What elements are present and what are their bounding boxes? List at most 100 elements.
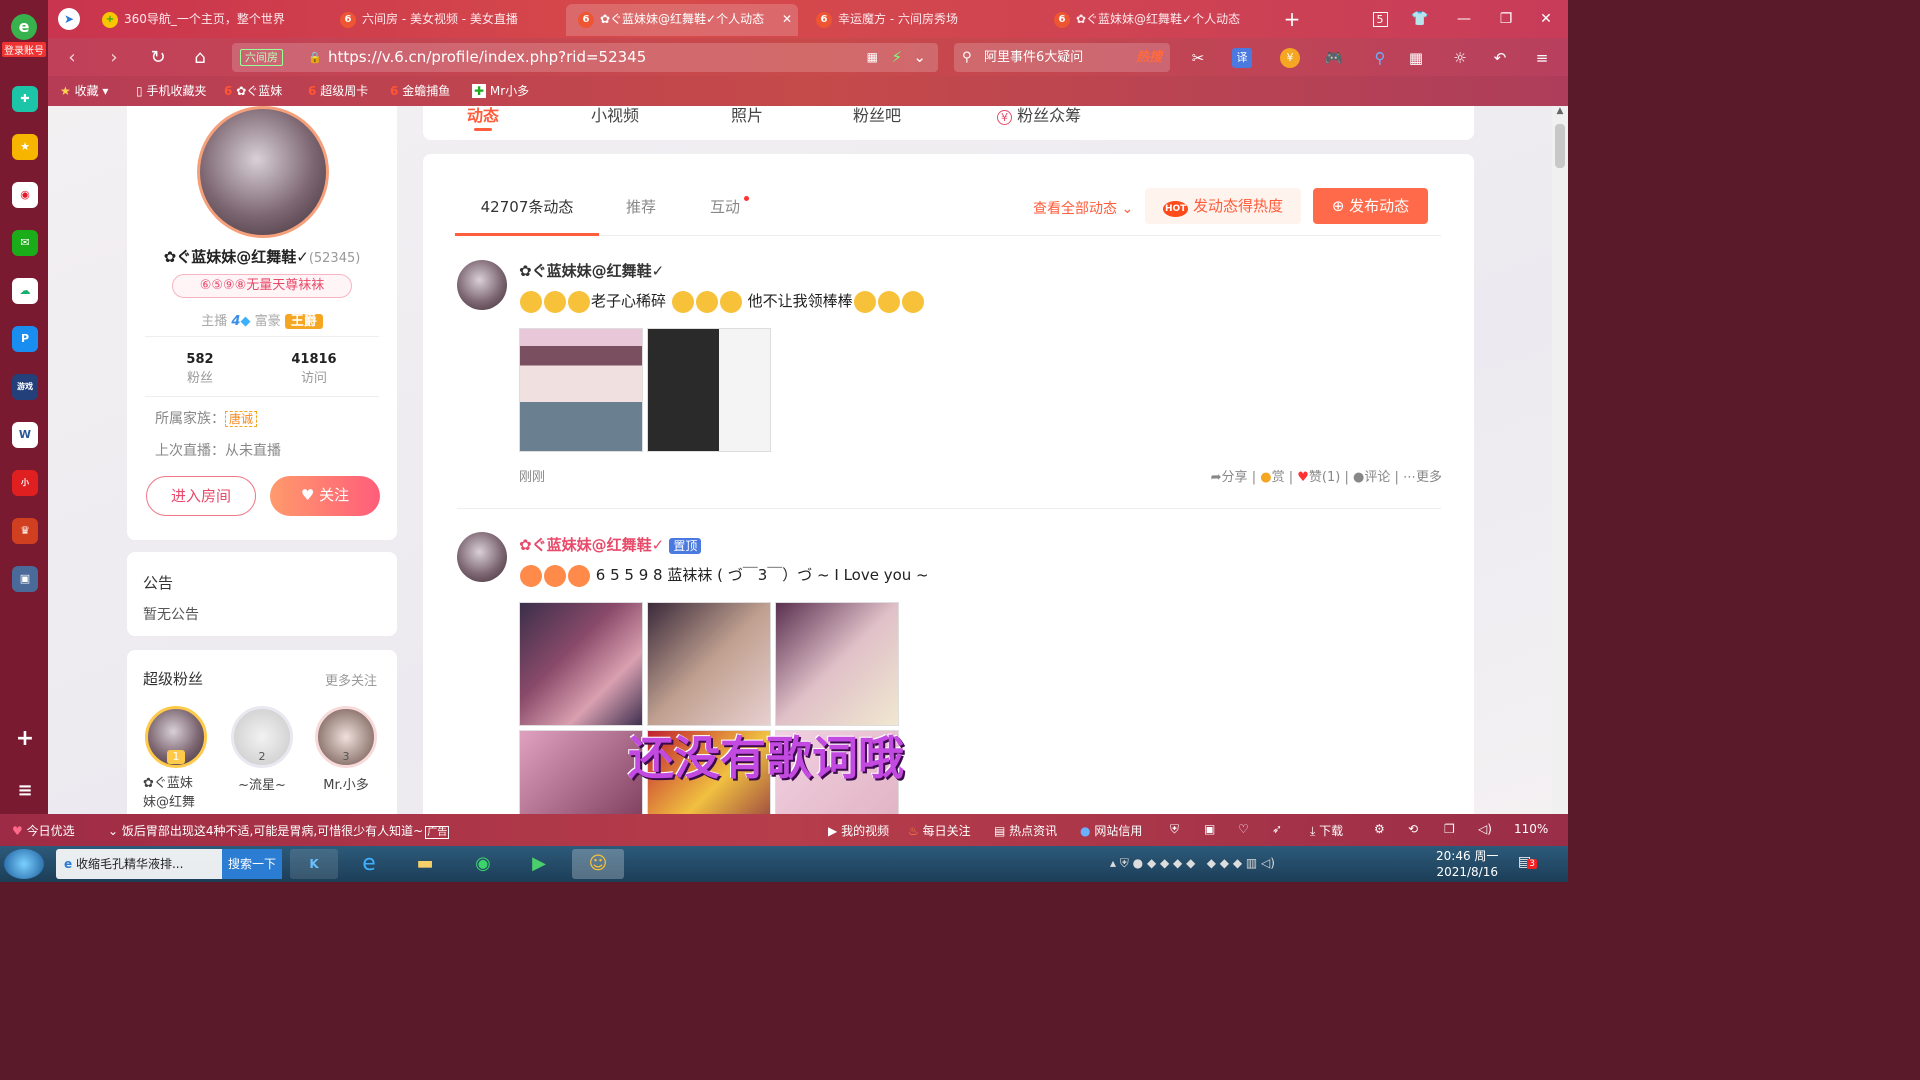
restore-button[interactable]: ❐ [1494, 8, 1518, 30]
coin-icon[interactable]: ¥ [1280, 48, 1300, 68]
add-icon[interactable]: + [12, 726, 38, 752]
sync-icon[interactable]: ⟲ [1408, 822, 1418, 836]
close-tab-icon[interactable]: ✕ [782, 4, 792, 34]
reload-button[interactable]: ↻ [146, 46, 170, 70]
post-avatar[interactable] [457, 532, 507, 582]
rocket-icon[interactable]: ➶ [1272, 822, 1282, 836]
tab-profile-2[interactable]: 6 ✿ぐ蓝妹妹@红舞鞋✓个人动态 [1042, 4, 1266, 36]
downloads[interactable]: ⤓ 下载 [1310, 822, 1343, 839]
my-videos[interactable]: ▶ 我的视频 [828, 822, 889, 839]
p-app-icon[interactable]: P [12, 326, 38, 352]
family-badge[interactable]: 唐诚 [225, 411, 258, 427]
back-button[interactable]: ‹ [60, 46, 84, 70]
superfan-name-2[interactable]: ~流星~ [231, 774, 293, 793]
navigation-icon[interactable]: ➤ [58, 8, 80, 30]
tab-count[interactable]: 5 [1368, 8, 1392, 30]
like-button[interactable]: ♥赞(1) [1297, 470, 1340, 485]
search-input[interactable]: ⚲ 阿里事件6大疑问 热搜 [954, 43, 1170, 72]
superfan-name-3[interactable]: Mr.小多 [309, 774, 383, 793]
taskbar-search-button[interactable]: 搜索一下 [222, 849, 282, 879]
game2-icon[interactable]: ▣ [12, 566, 38, 592]
url-field[interactable]: 六间房 🔒 https://v.6.cn/profile/index.php?r… [232, 43, 938, 72]
tray-icons[interactable]: ▴ ⛨ ● ◆ ◆ ◆ ◆ ◆ ◆ ◆ ▥ ◁) [1110, 856, 1275, 871]
enter-room-button[interactable]: 进入房间 [146, 476, 256, 516]
tab-6cn[interactable]: 6 六间房 - 美女视频 - 美女直播 [328, 4, 560, 36]
weibo-icon[interactable]: ◉ [12, 182, 38, 208]
scissors-icon[interactable]: ✂ [1188, 48, 1208, 68]
fans-stat[interactable]: 582 粉丝 [160, 352, 240, 386]
bookmark-fishing[interactable]: 6 金蟾捕鱼 [390, 82, 450, 99]
post-image[interactable] [775, 602, 899, 726]
post-image[interactable] [519, 730, 643, 814]
reward-button[interactable]: ●赏 [1260, 470, 1284, 485]
word-icon[interactable]: W [12, 422, 38, 448]
tab-dynamics[interactable]: 动态 [467, 106, 499, 131]
today-picks[interactable]: ♥ 今日优选 [12, 822, 75, 839]
lightning-icon[interactable]: ⚡ [891, 43, 902, 72]
heat-button[interactable]: HOT 发动态得热度 [1145, 188, 1301, 224]
ie-browser-icon[interactable]: e [344, 849, 394, 879]
forward-button[interactable]: › [102, 46, 126, 70]
tab-fan-bar[interactable]: 粉丝吧 [853, 106, 901, 126]
post-image[interactable] [647, 328, 771, 452]
window-icon[interactable]: ❐ [1444, 822, 1455, 836]
share-button[interactable]: ➦分享 [1211, 470, 1248, 485]
more-follows-link[interactable]: 更多关注 [325, 670, 377, 689]
menu-icon[interactable]: ≡ [12, 778, 38, 804]
app-active-icon[interactable]: ☺ [572, 849, 624, 879]
translate-icon[interactable]: 译 [1232, 48, 1252, 68]
settings-icon[interactable]: ☼ [1450, 48, 1470, 68]
post-image[interactable] [519, 602, 643, 726]
post-image[interactable] [647, 602, 771, 726]
taskbar-browser-window[interactable]: e 收缩毛孔精华液排... 搜索一下 [56, 849, 282, 879]
gamepad-icon[interactable]: 🎮 [1324, 48, 1344, 68]
new-tab-button[interactable]: + [1280, 8, 1304, 30]
zoom-level[interactable]: 110% [1514, 822, 1548, 836]
scroll-thumb[interactable] [1555, 124, 1565, 168]
visits-stat[interactable]: 41816 访问 [274, 352, 354, 386]
star-icon[interactable]: ★ [12, 134, 38, 160]
tools-icon[interactable]: ⚙ [1374, 822, 1385, 836]
bookmark-mr-xiaoduo[interactable]: ✚ Mr小多 [472, 82, 529, 99]
zoom-icon[interactable]: ⚲ [1370, 48, 1390, 68]
start-button[interactable] [4, 849, 44, 879]
bookmark-profile[interactable]: 6 ✿ぐ蓝妹 [224, 82, 282, 99]
bookmark-mobile[interactable]: ▯ 手机收藏夹 [136, 82, 206, 99]
feed-tab-interact[interactable]: 互动 [683, 182, 767, 236]
heart-outline-icon[interactable]: ♡ [1238, 822, 1249, 836]
tab-short-video[interactable]: 小视频 [591, 106, 639, 126]
more-button[interactable]: ⋯更多 [1403, 470, 1442, 485]
cloud-icon[interactable]: ☁ [12, 278, 38, 304]
mini-app-icon[interactable]: 小 [12, 470, 38, 496]
profile-avatar[interactable] [197, 106, 329, 238]
feed-tab-recommend[interactable]: 推荐 [599, 182, 683, 236]
qr-icon[interactable]: ▦ [867, 43, 878, 72]
superfan-name-1[interactable]: ✿ぐ蓝妹 妹@红舞 [143, 774, 223, 812]
volume-icon[interactable]: ◁) [1478, 822, 1492, 836]
page-scrollbar[interactable]: ▲ [1552, 106, 1568, 814]
post-avatar[interactable] [457, 260, 507, 310]
notification-icon[interactable]: ▤3 [1518, 854, 1537, 870]
media-player-icon[interactable]: ▶ [514, 849, 564, 879]
view-all-dropdown[interactable]: 查看全部动态 ⌄ [1033, 198, 1133, 218]
publish-button[interactable]: ⊕ 发布动态 [1313, 188, 1428, 224]
hot-news[interactable]: ▤ 热点资讯 [994, 822, 1057, 839]
minimize-button[interactable]: — [1452, 8, 1476, 30]
tab-profile-active[interactable]: 6 ✿ぐ蓝妹妹@红舞鞋✓个人动态 ✕ [566, 4, 798, 36]
image-icon[interactable]: ▣ [1204, 822, 1215, 836]
bookmark-weekly-card[interactable]: 6 超级周卡 [308, 82, 368, 99]
game-app-icon[interactable]: 游戏 [12, 374, 38, 400]
more-menu-icon[interactable]: ≡ [1532, 48, 1552, 68]
tab-crowdfunding[interactable]: ¥ 粉丝众筹 [997, 106, 1081, 126]
close-window-button[interactable]: ✕ [1534, 8, 1558, 30]
daily-follow[interactable]: ♨ 每日关注 [908, 822, 971, 839]
mail-icon[interactable]: ✉ [12, 230, 38, 256]
feed-tab-all[interactable]: 42707条动态 [455, 182, 599, 236]
shield-icon[interactable]: ⛨ [1170, 822, 1179, 837]
k-app-icon[interactable]: K [290, 849, 338, 879]
home-button[interactable]: ⌂ [188, 46, 212, 70]
chevron-down-icon[interactable]: ⌄ [913, 43, 926, 72]
bookmark-favorites[interactable]: ★ 收藏 ▾ [60, 82, 108, 99]
site-credit[interactable]: ● 网站信用 [1080, 822, 1142, 839]
scroll-up-icon[interactable]: ▲ [1552, 106, 1568, 120]
